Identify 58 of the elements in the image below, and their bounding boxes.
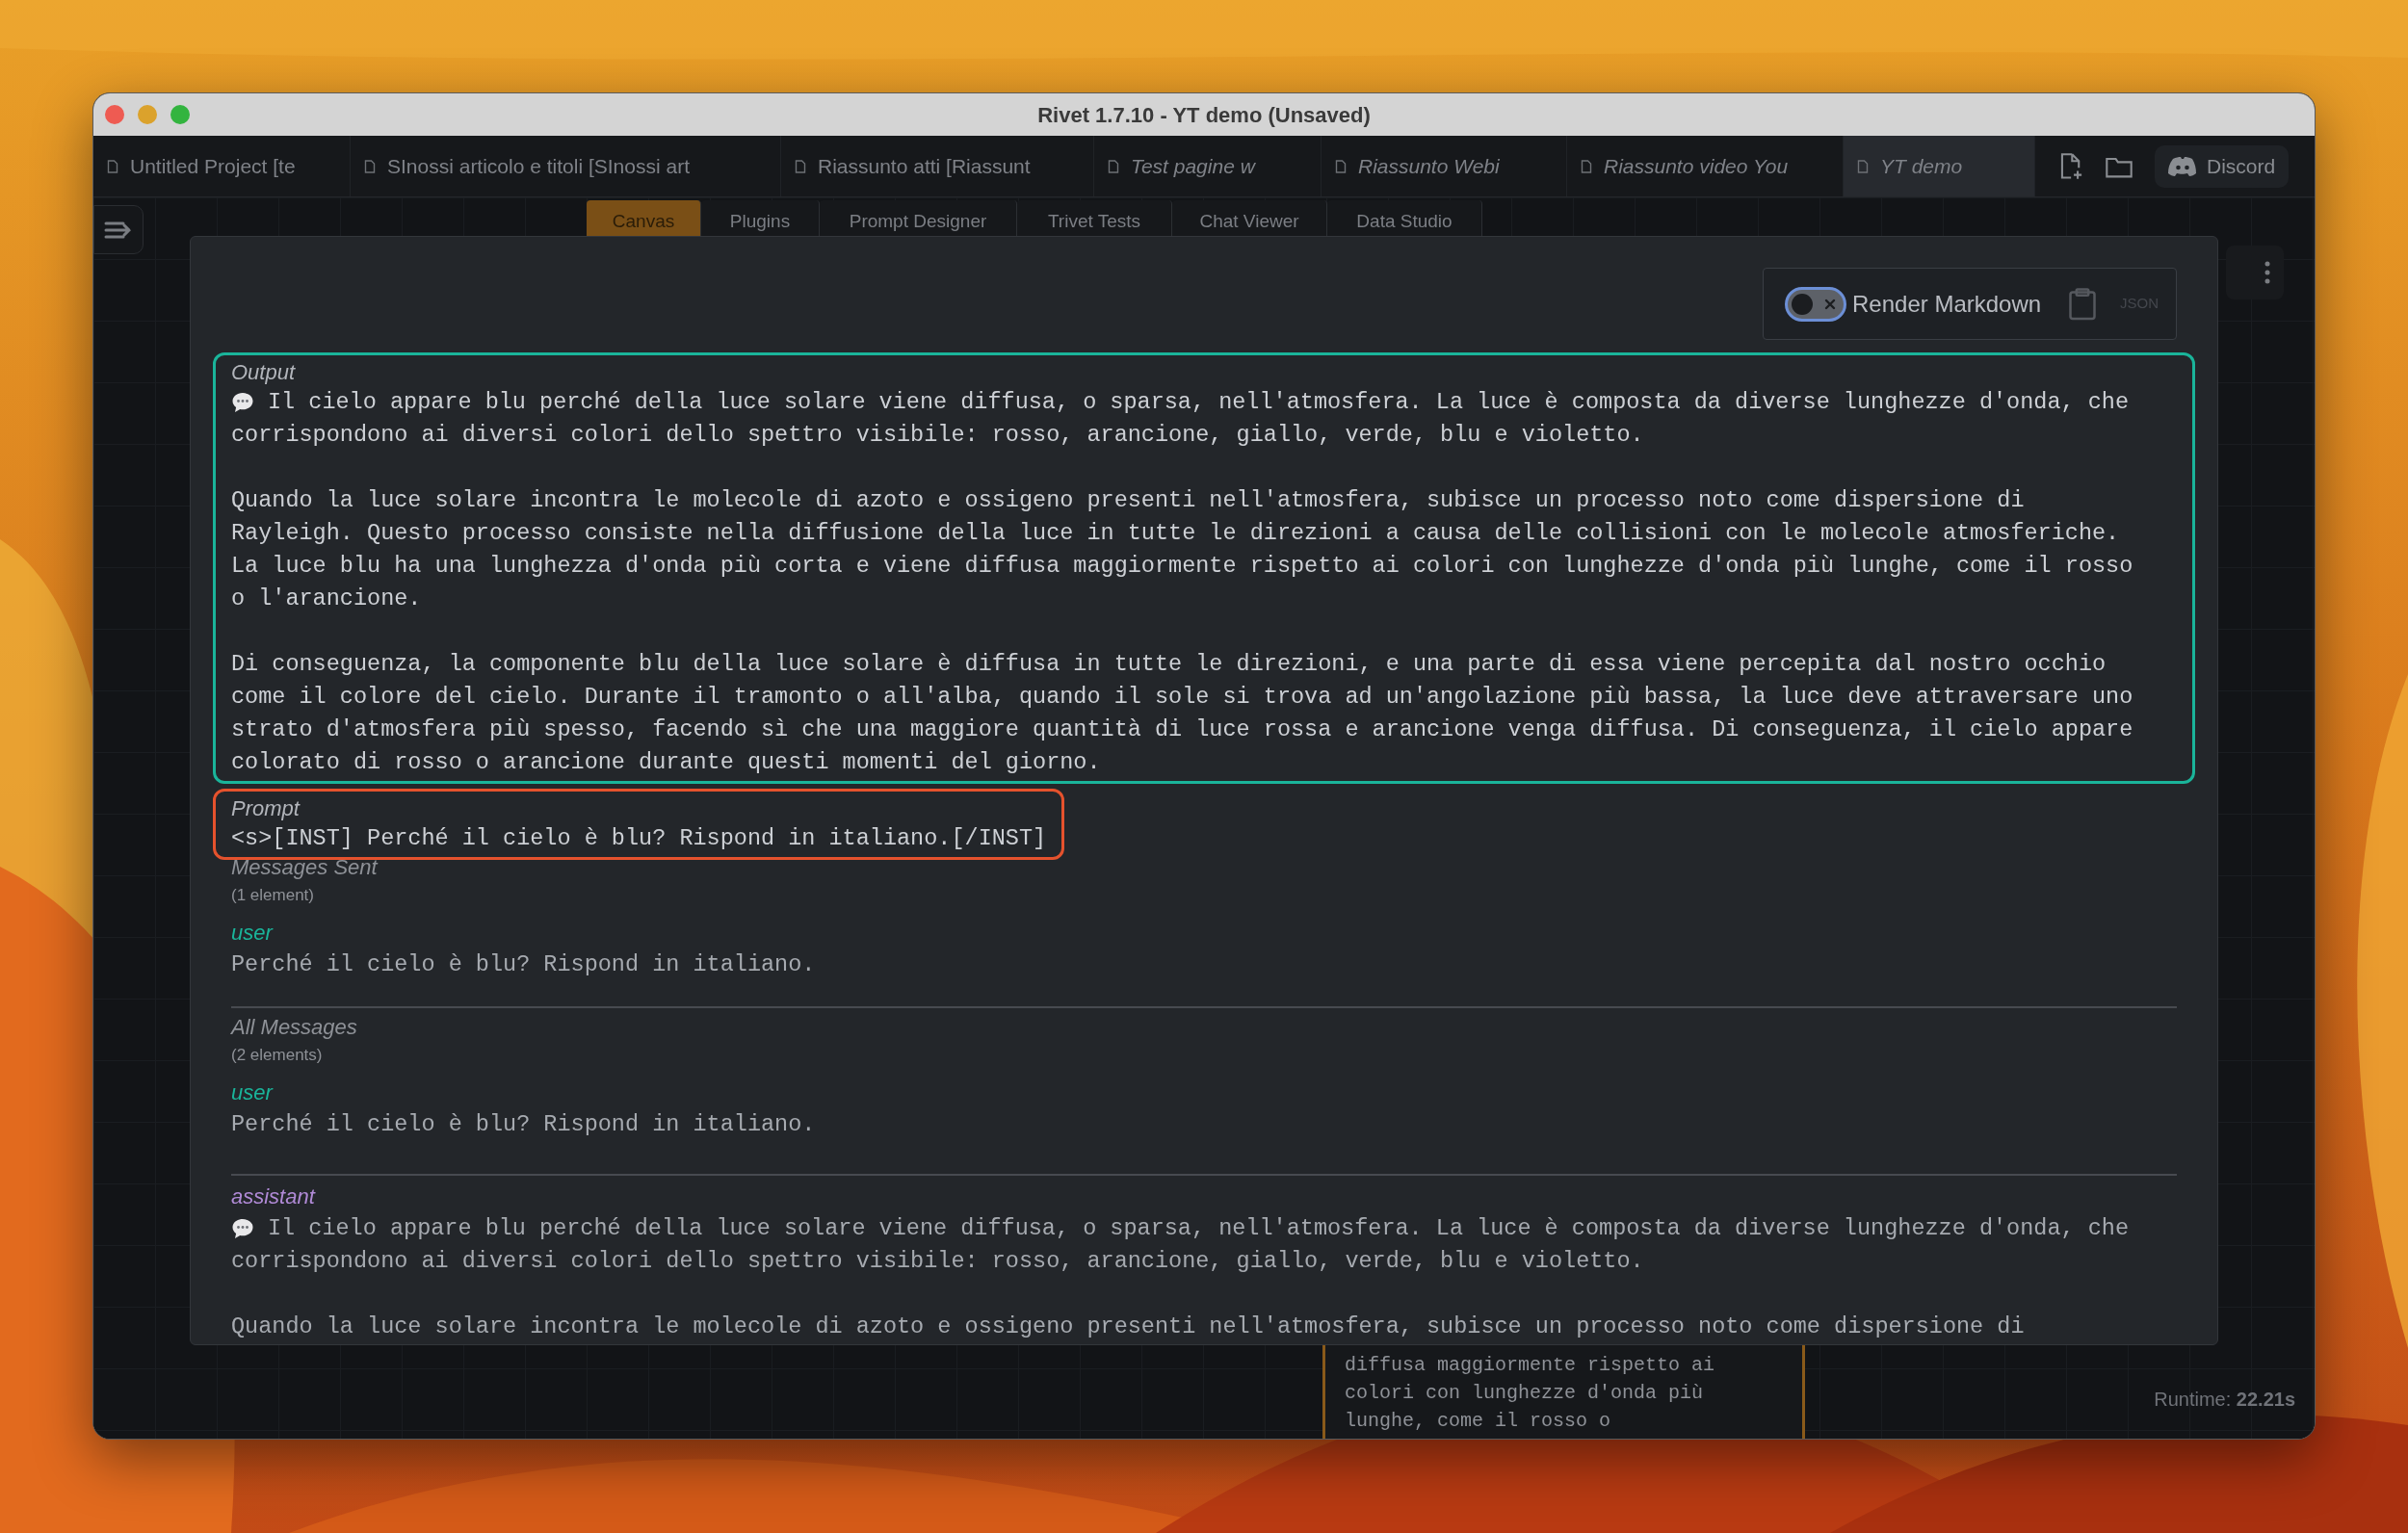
text-line: Il cielo appare blu perché della luce solare viene diffusa, o sparsa, nell'atmosfera. La luce è composta da diverse lunghezze d'onda, che bbox=[268, 388, 2129, 417]
node-text-line: diffusa maggiormente rispetto ai bbox=[1345, 1353, 1716, 1378]
runtime-label: Runtime: 22.21s bbox=[2154, 1388, 2295, 1412]
zoom-button[interactable] bbox=[170, 105, 190, 124]
game-controller-icon bbox=[2168, 155, 2197, 177]
text-line: Quando la luce solare incontra le molecole di azoto e ossigeno presenti nell'atmosfera, subisce un processo noto come dispersione di bbox=[231, 1312, 2025, 1341]
render-markdown-toggle[interactable] bbox=[1785, 286, 1846, 322]
text-line: <s>[INST] Perché il cielo è blu? Rispond in italiano.[/INST] bbox=[231, 824, 1047, 853]
clipboard-icon[interactable] bbox=[2068, 286, 2098, 322]
text-line: Rayleigh. Questo processo consiste nella diffusione della luce in tutte le direzioni a causa delle collisioni con le molecole atmosferiche. bbox=[231, 519, 2120, 548]
toggle-label: Render Markdown bbox=[1852, 289, 2042, 319]
text-line: Perché il cielo è blu? Rispond in italiano. bbox=[231, 1110, 816, 1139]
file-icon bbox=[1581, 159, 1592, 173]
view-tab[interactable]: Plugins bbox=[701, 200, 820, 237]
close-icon bbox=[1824, 298, 1836, 310]
text-line: Il cielo appare blu perché della luce solare viene diffusa, o sparsa, nell'atmosfera. La luce è composta da diverse lunghezze d'onda, che bbox=[268, 1214, 2129, 1243]
text-line: corrispondono ai diversi colori dello spettro visibile: rosso, arancione, giallo, verde, blu e violetto. bbox=[231, 1247, 1644, 1276]
view-tab[interactable]: Prompt Designer bbox=[820, 200, 1017, 237]
section-label: Messages Sent bbox=[231, 854, 380, 881]
message-role: user bbox=[231, 920, 275, 947]
section-label: Output bbox=[231, 359, 297, 386]
file-icon bbox=[795, 159, 806, 173]
message-role: user bbox=[231, 1079, 275, 1106]
file-icon bbox=[1108, 159, 1119, 173]
project-tab[interactable]: YT demo bbox=[1844, 136, 2035, 196]
file-icon bbox=[364, 159, 376, 173]
section-label: Prompt bbox=[231, 795, 301, 822]
node-text-line: colori con lunghezze d'onda più bbox=[1345, 1381, 1705, 1406]
node-text-line: lunghe, come il rosso o bbox=[1345, 1409, 1612, 1434]
element-count: (2 elements) bbox=[231, 1045, 324, 1066]
file-icon bbox=[1857, 159, 1869, 173]
element-count: (1 element) bbox=[231, 885, 315, 906]
text-line: colorato di rosso o arancione durante questi momenti del giorno. bbox=[231, 748, 1101, 777]
file-icon bbox=[1335, 159, 1347, 173]
more-icon bbox=[2264, 261, 2270, 284]
text-line: come il colore del cielo. Durante il tramonto o all'alba, quando il sole si trova ad un'angolazione più bassa, la luce deve attraversare uno bbox=[231, 683, 2133, 712]
text-line: La luce blu ha una lunghezza d'onda più corta e viene diffusa maggiormente rispetto ai colori con lunghezze d'onda più lunghe, come il rosso bbox=[231, 552, 2133, 581]
text-line: o l'arancione. bbox=[231, 585, 422, 613]
view-tab[interactable]: Data Studio bbox=[1327, 200, 1482, 237]
minimize-button[interactable] bbox=[138, 105, 157, 124]
window-title: Rivet 1.7.10 - YT demo (Unsaved) bbox=[1037, 101, 1371, 129]
menu-button[interactable] bbox=[2226, 246, 2284, 299]
close-button[interactable] bbox=[105, 105, 124, 124]
speech-bubble-icon bbox=[231, 1217, 254, 1240]
text-line: corrispondono ai diversi colori dello spettro visibile: rosso, arancione, giallo, verde, blu e violetto. bbox=[231, 421, 1644, 450]
view-tab[interactable]: Trivet Tests bbox=[1017, 200, 1172, 237]
text-line: Di conseguenza, la componente blu della luce solare è diffusa in tutte le direzioni, e una parte di essa viene percepita dal nostro occhio bbox=[231, 650, 2107, 679]
text-line: Perché il cielo è blu? Rispond in italiano. bbox=[231, 950, 816, 979]
discord-button[interactable]: Discord bbox=[2155, 144, 2290, 188]
speech-bubble-icon bbox=[231, 391, 254, 414]
message-role: assistant bbox=[231, 1183, 317, 1210]
sidebar-toggle-button[interactable] bbox=[93, 205, 144, 254]
section-label: All Messages bbox=[231, 1014, 358, 1041]
file-icon bbox=[107, 159, 118, 173]
view-tab[interactable]: Canvas bbox=[587, 200, 701, 237]
text-line: Quando la luce solare incontra le molecole di azoto e ossigeno presenti nell'atmosfera, subisce un processo noto come dispersione di bbox=[231, 486, 2025, 515]
text-line: strato d'atmosfera più spesso, facendo sì che una maggiore quantità di luce rossa e arancione venga diffusa. Di conseguenza, il cielo appare bbox=[231, 715, 2133, 744]
view-tab[interactable]: Chat Viewer bbox=[1172, 200, 1327, 237]
